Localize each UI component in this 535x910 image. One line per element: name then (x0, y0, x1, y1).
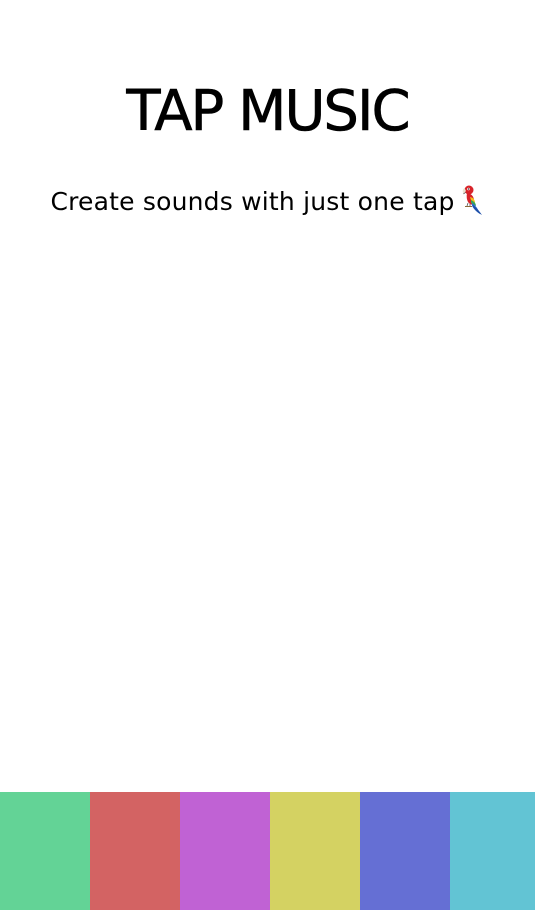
sound-pad-1[interactable] (0, 792, 90, 910)
sound-pad-4[interactable] (270, 792, 360, 910)
sound-pad-5[interactable] (360, 792, 450, 910)
tap-music-app: TAP MUSIC Create sounds with just one ta… (0, 0, 535, 910)
sound-pads (0, 792, 535, 910)
subtitle-text: Create sounds with just one tap (50, 187, 455, 216)
parrot-icon (462, 185, 482, 215)
sound-pad-6[interactable] (450, 792, 535, 910)
sound-pad-3[interactable] (180, 792, 270, 910)
app-title: TAP MUSIC (126, 79, 411, 145)
app-subtitle: Create sounds with just one tap (0, 184, 535, 220)
sound-pad-2[interactable] (90, 792, 180, 910)
